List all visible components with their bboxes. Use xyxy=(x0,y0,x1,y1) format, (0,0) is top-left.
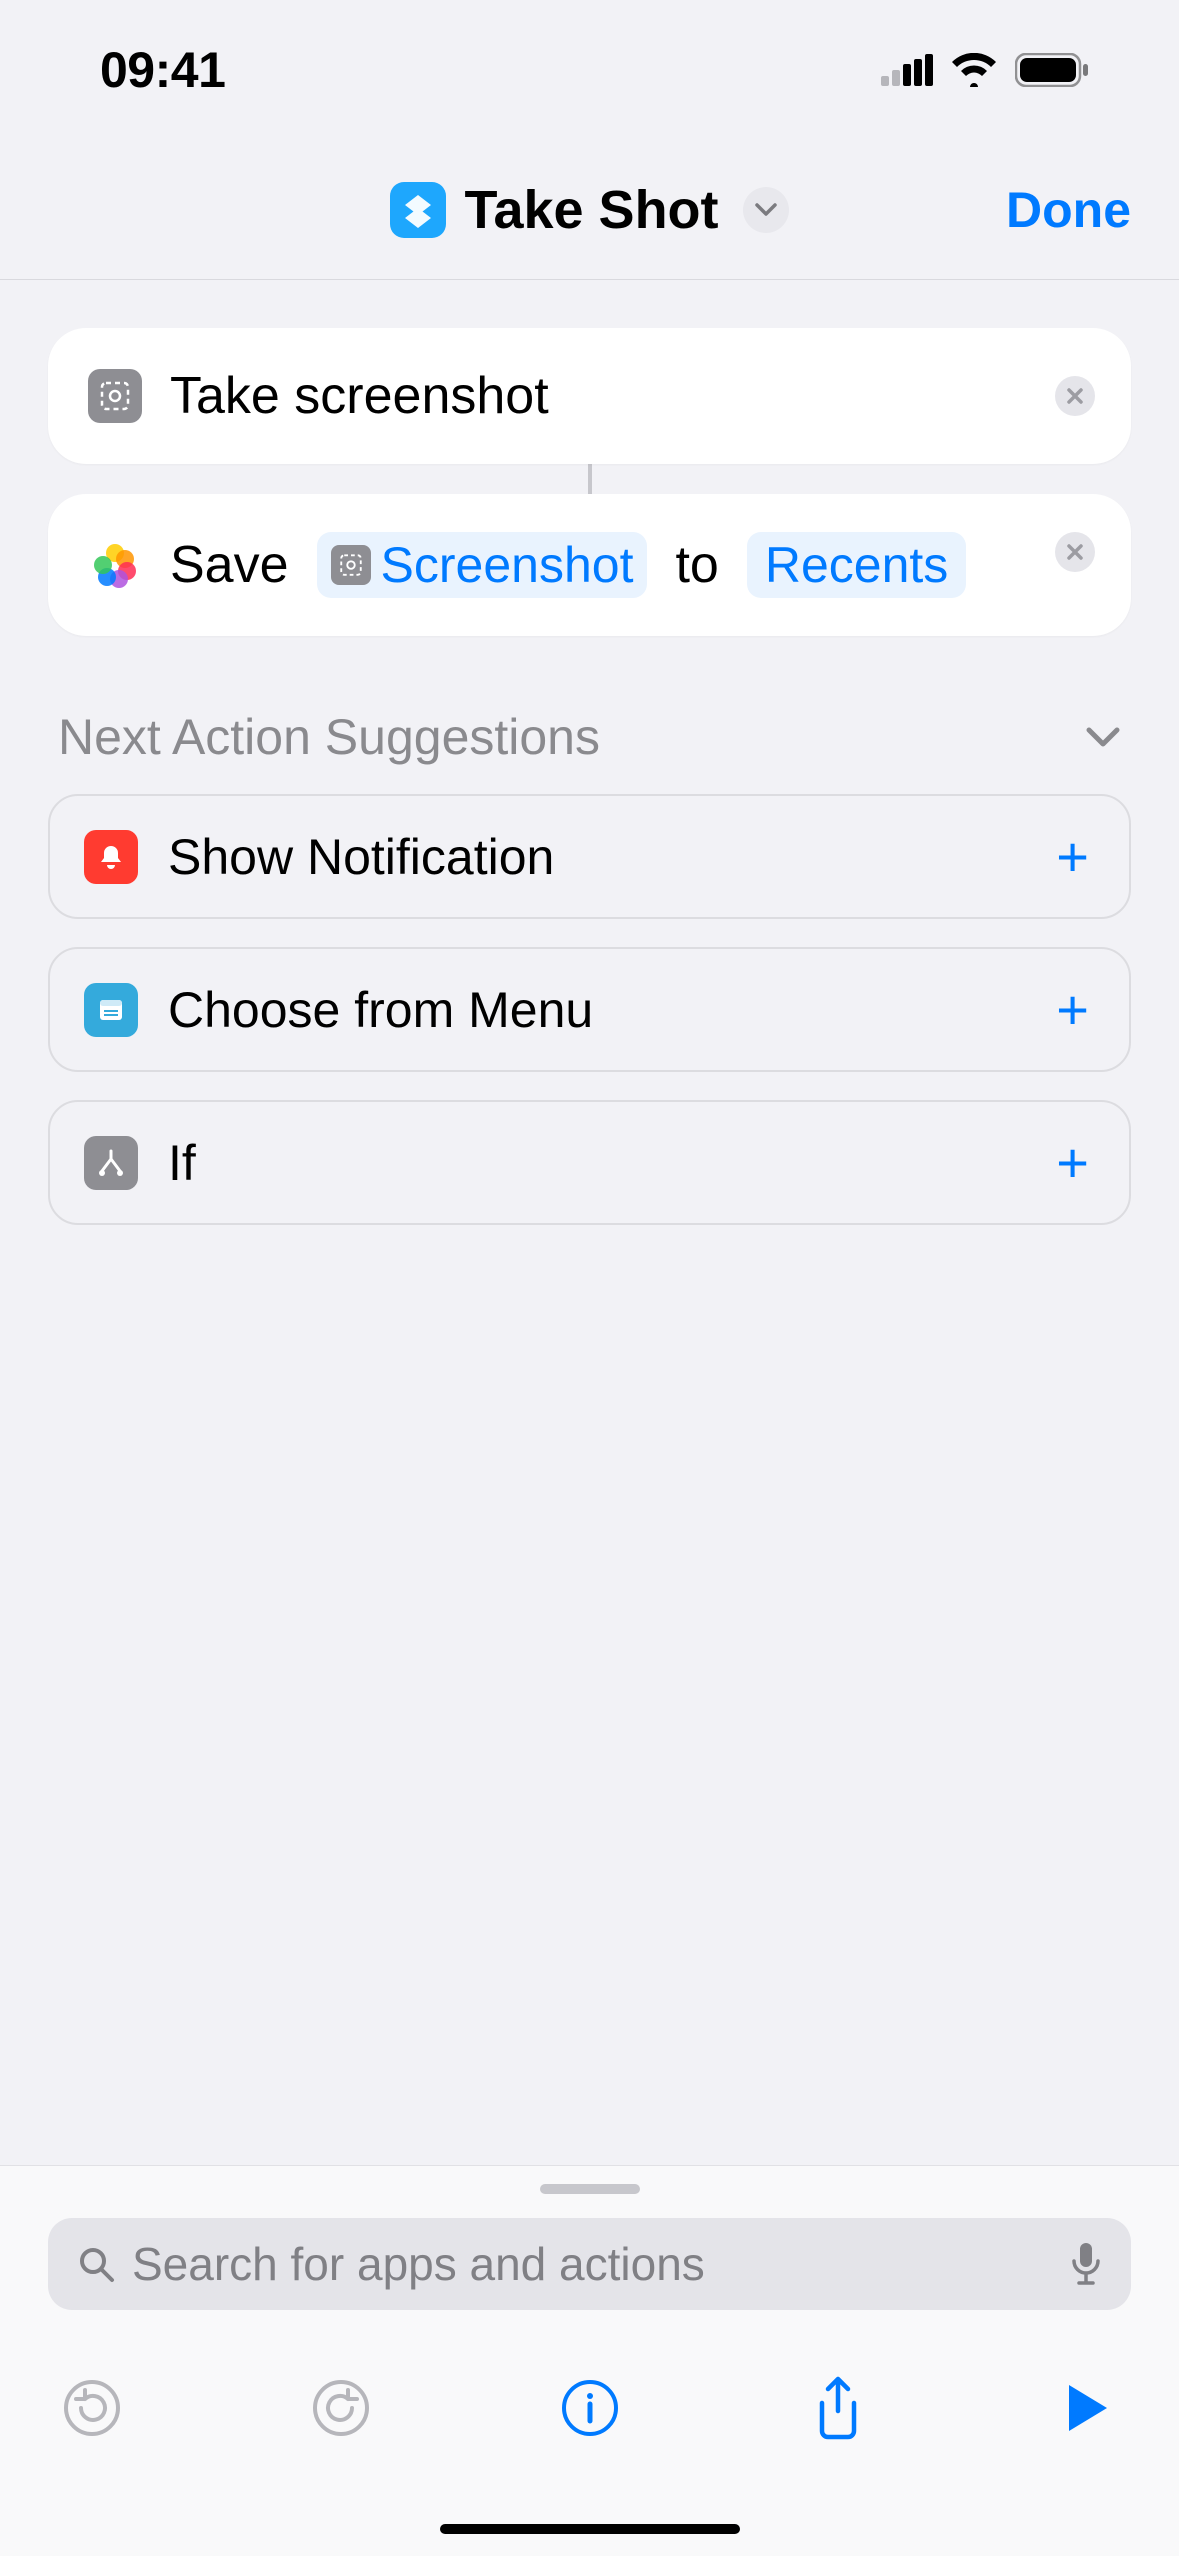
suggestions-header[interactable]: Next Action Suggestions xyxy=(58,708,1121,766)
title-menu-button[interactable] xyxy=(743,187,789,233)
chevron-down-icon xyxy=(755,203,777,217)
share-button[interactable] xyxy=(806,2376,870,2440)
undo-button[interactable] xyxy=(60,2376,124,2440)
suggestion-label: If xyxy=(168,1134,1026,1192)
delete-action-button[interactable] xyxy=(1055,376,1095,416)
suggestion-label: Choose from Menu xyxy=(168,981,1026,1039)
shortcuts-app-icon xyxy=(390,182,446,238)
photos-icon xyxy=(88,538,142,592)
notification-icon xyxy=(84,830,138,884)
menu-icon xyxy=(84,983,138,1037)
status-time: 09:41 xyxy=(100,41,225,99)
action-card-save-to-album[interactable]: Save Screenshot to Recents xyxy=(48,494,1131,636)
action-text: Take screenshot xyxy=(170,366,549,426)
suggestions-title: Next Action Suggestions xyxy=(58,708,600,766)
if-icon xyxy=(84,1136,138,1190)
search-bar[interactable] xyxy=(48,2218,1131,2310)
status-bar: 09:41 xyxy=(0,0,1179,140)
delete-action-button[interactable] xyxy=(1055,532,1095,572)
play-icon xyxy=(1063,2381,1111,2435)
nav-title-group[interactable]: Take Shot xyxy=(390,179,788,241)
suggestion-if[interactable]: If + xyxy=(48,1100,1131,1225)
close-icon xyxy=(1066,387,1084,405)
action-prefix: Save xyxy=(170,535,289,595)
connector-line xyxy=(588,464,592,494)
search-input[interactable] xyxy=(132,2237,1053,2291)
status-icons xyxy=(881,53,1089,87)
run-button[interactable] xyxy=(1055,2376,1119,2440)
screenshot-icon xyxy=(331,545,371,585)
add-suggestion-button[interactable]: + xyxy=(1056,1130,1095,1195)
screenshot-icon xyxy=(88,369,142,423)
wifi-icon xyxy=(951,53,997,87)
redo-button[interactable] xyxy=(309,2376,373,2440)
add-suggestion-button[interactable]: + xyxy=(1056,977,1095,1042)
cellular-icon xyxy=(881,54,933,86)
battery-icon xyxy=(1015,53,1089,87)
action-card-take-screenshot[interactable]: Take screenshot xyxy=(48,328,1131,464)
suggestion-choose-from-menu[interactable]: Choose from Menu + xyxy=(48,947,1131,1072)
action-mid: to xyxy=(675,535,718,595)
redo-icon xyxy=(312,2379,370,2437)
shortcut-title: Take Shot xyxy=(464,179,718,241)
add-suggestion-button[interactable]: + xyxy=(1056,824,1095,889)
undo-icon xyxy=(63,2379,121,2437)
chevron-down-icon xyxy=(1085,726,1121,748)
share-icon xyxy=(812,2375,864,2441)
variable-name: Screenshot xyxy=(381,536,634,594)
suggestion-label: Show Notification xyxy=(168,828,1026,886)
nav-bar: Take Shot Done xyxy=(0,140,1179,280)
variable-token-screenshot[interactable]: Screenshot xyxy=(317,532,648,598)
bottom-sheet[interactable] xyxy=(0,2165,1179,2346)
sheet-grabber[interactable] xyxy=(540,2184,640,2194)
close-icon xyxy=(1066,543,1084,561)
search-icon xyxy=(76,2244,116,2284)
info-icon xyxy=(561,2379,619,2437)
suggestion-show-notification[interactable]: Show Notification + xyxy=(48,794,1131,919)
home-indicator[interactable] xyxy=(440,2524,740,2534)
done-button[interactable]: Done xyxy=(1006,181,1131,239)
editor-canvas: Take screenshot Save xyxy=(0,280,1179,1225)
info-button[interactable] xyxy=(558,2376,622,2440)
destination-token-recents[interactable]: Recents xyxy=(747,532,966,598)
dictation-icon[interactable] xyxy=(1069,2241,1103,2287)
